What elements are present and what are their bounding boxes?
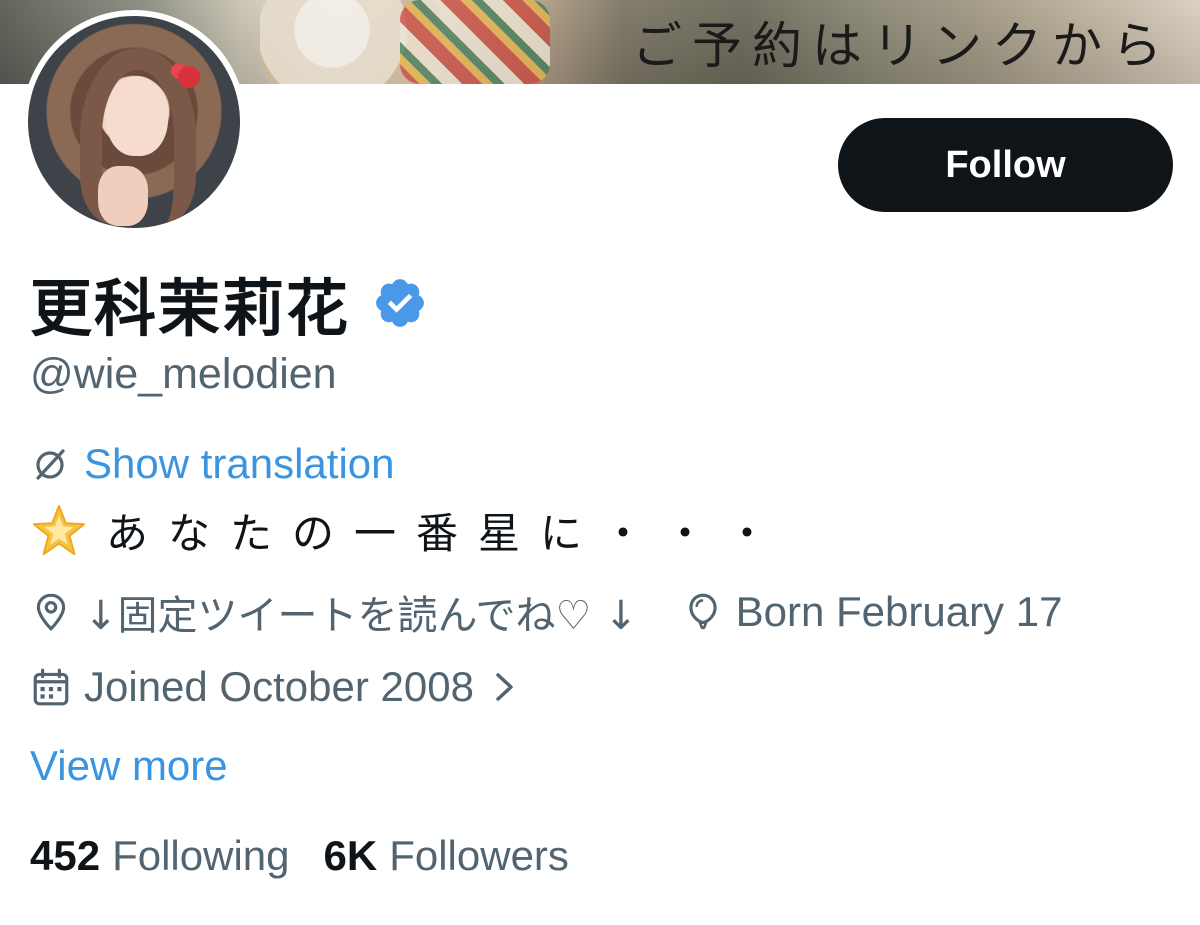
bio-text: あなたの一番星に・・・ (106, 509, 789, 558)
followers-link[interactable]: 6K Followers (324, 832, 569, 880)
birthday-text: Born February 17 (735, 588, 1063, 635)
following-count: 452 (30, 832, 101, 879)
avatar-hand (98, 166, 148, 226)
following-label: Following (112, 832, 290, 879)
display-name: 更科茉莉花 (30, 272, 351, 345)
avatar-hair-flower (178, 66, 200, 88)
following-link[interactable]: 452 Following (30, 832, 290, 880)
show-translation-link[interactable]: Show translation (84, 440, 395, 488)
translate-icon (36, 449, 65, 480)
follow-button[interactable]: Follow (838, 118, 1173, 212)
birthday-item: Born February 17 (682, 588, 1063, 636)
avatar-photo (28, 16, 240, 228)
verified-badge-icon[interactable] (372, 275, 428, 331)
follow-stats: 452 Following 6K Followers (30, 832, 569, 880)
translation-row[interactable]: Show translation (30, 440, 395, 488)
followers-count: 6K (323, 832, 378, 879)
location-text: ↓固定ツイートを読んでね♡ ↓ (84, 593, 638, 639)
calendar-icon (33, 668, 69, 706)
avatar[interactable] (22, 10, 246, 234)
view-more-link[interactable]: View more (30, 742, 228, 790)
glowing-star-icon (32, 504, 86, 555)
chevron-right-icon (496, 673, 513, 701)
bio: あなたの一番星に・・・ (30, 500, 788, 561)
name-row: 更科茉莉花 (30, 258, 428, 348)
avatar-face (106, 76, 168, 156)
joined-row[interactable]: Joined October 2008 (30, 663, 518, 711)
username-handle: @wie_melodien (30, 350, 337, 398)
profile-meta-row: ↓固定ツイートを読んでね♡ ↓ Born February 17 (30, 583, 1062, 641)
banner-kimono-pattern (400, 0, 550, 84)
banner-text: ご予約はリンクから (632, 17, 1172, 75)
location-pin-icon (36, 593, 66, 632)
followers-label: Followers (389, 832, 569, 879)
balloon-icon (688, 593, 717, 630)
joined-text: Joined October 2008 (84, 663, 474, 710)
